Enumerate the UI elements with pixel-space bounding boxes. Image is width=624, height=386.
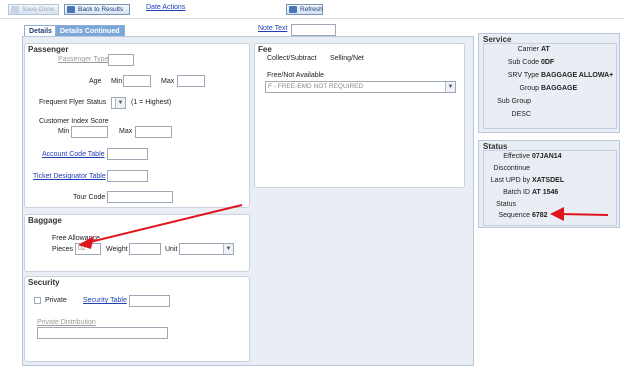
annotation-arrow-pieces [78, 204, 243, 249]
annotation-arrow-sequence [550, 207, 609, 221]
annotation-overlay [78, 204, 609, 249]
